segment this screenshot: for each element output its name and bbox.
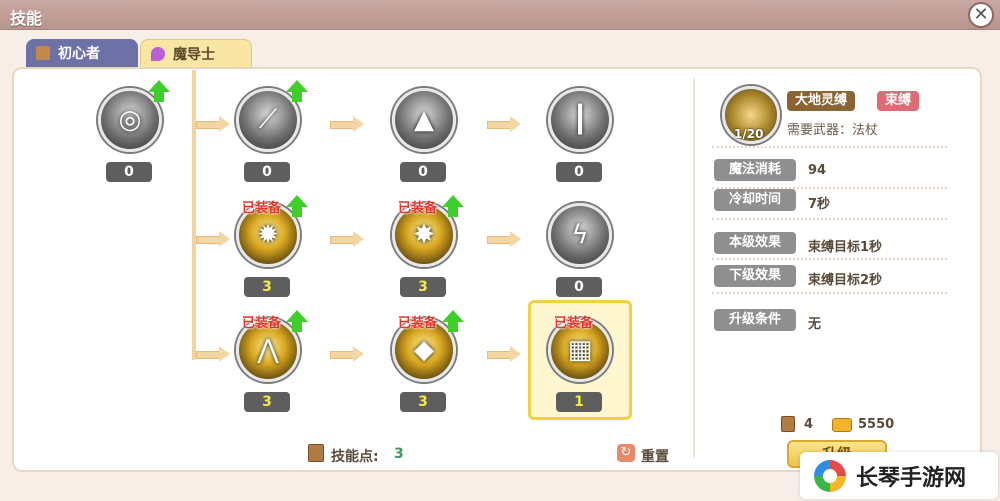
- attr-label-mana: 魔法消耗: [714, 159, 796, 181]
- attr-label-current-effect: 本级效果: [714, 232, 796, 254]
- arrow-icon: [487, 346, 521, 362]
- lightning-icon: ϟ: [548, 203, 612, 267]
- reset-button[interactable]: 重置: [641, 446, 669, 466]
- skill-name: 大地灵缚: [787, 91, 856, 111]
- arrow-icon: [196, 346, 230, 362]
- tab-novice[interactable]: 初心者: [26, 39, 138, 67]
- tab-label: 初心者: [58, 46, 100, 62]
- arrow-icon: [330, 116, 364, 132]
- skill-level: 3: [244, 277, 290, 297]
- skill-level: 3: [400, 277, 446, 297]
- tab-label: 魔导士: [173, 46, 215, 63]
- divider: [712, 146, 947, 148]
- equipped-badge: 已装备: [398, 201, 438, 216]
- skill-level: 1: [556, 392, 602, 412]
- upgrade-arrow-icon: [286, 195, 308, 219]
- skill-type-badge: 束缚: [877, 91, 920, 111]
- window-title: 技能: [10, 9, 43, 28]
- skill-points-label: 技能点:: [331, 449, 379, 465]
- reset-icon[interactable]: ↻: [617, 444, 635, 462]
- equipped-badge: 已装备: [554, 316, 594, 331]
- upgrade-arrow-icon: [442, 310, 464, 334]
- gold-icon: [832, 418, 852, 432]
- attr-value-next-effect: 束缚目标2秒: [808, 273, 883, 288]
- attr-value-cooldown: 7秒: [808, 197, 831, 212]
- skill-node-r3c1[interactable]: ⋀ 已装备 3: [232, 310, 308, 428]
- beam-icon: ┃: [548, 88, 612, 152]
- attr-label-upgrade-cond: 升级条件: [714, 309, 796, 331]
- backpack-icon: [36, 46, 50, 60]
- skill-node-r1c4[interactable]: ┃ 0: [544, 88, 616, 198]
- skill-level: 3: [400, 392, 446, 412]
- skill-node-r2c2[interactable]: ✸ 已装备 3: [388, 195, 464, 313]
- upgrade-arrow-icon: [148, 80, 170, 104]
- close-button[interactable]: ✕: [968, 2, 994, 28]
- attr-label-next-effect: 下级效果: [714, 265, 796, 287]
- upgrade-arrow-icon: [286, 80, 308, 104]
- skill-node-r3c3[interactable]: ▦ 已装备 1: [544, 316, 616, 428]
- close-icon: ✕: [973, 4, 989, 25]
- arrow-icon: [196, 231, 230, 247]
- skill-level: 0: [556, 162, 602, 182]
- skill-node-r2c1[interactable]: ✹ 已装备 3: [232, 195, 308, 313]
- skill-level: 0: [400, 162, 446, 182]
- arrow-icon: [330, 231, 364, 247]
- equipped-badge: 已装备: [242, 316, 282, 331]
- drop-icon: ▲: [392, 88, 456, 152]
- selected-skill-level: 1/20: [734, 127, 764, 141]
- skill-node-r3c2[interactable]: ◆ 已装备 3: [388, 310, 464, 428]
- skill-level: 0: [106, 162, 152, 182]
- arrow-icon: [487, 116, 521, 132]
- tab-mage[interactable]: 魔导士: [140, 39, 252, 67]
- divider: [712, 292, 947, 294]
- watermark: 长琴手游网: [800, 452, 998, 499]
- equipped-badge: 已装备: [398, 316, 438, 331]
- skill-level: 0: [556, 277, 602, 297]
- arrow-icon: [330, 346, 364, 362]
- attr-label-cooldown: 冷却时间: [714, 189, 796, 211]
- watermark-text: 长琴手游网: [856, 465, 967, 491]
- upgrade-arrow-icon: [442, 195, 464, 219]
- panel-divider: [693, 78, 695, 458]
- attr-value-upgrade-cond: 无: [808, 317, 822, 332]
- divider: [712, 218, 947, 220]
- skill-level: 0: [244, 162, 290, 182]
- attr-value-current-effect: 束缚目标1秒: [808, 240, 883, 255]
- attr-value-mana: 94: [808, 163, 827, 178]
- divider: [712, 258, 947, 260]
- skill-points-value: 3: [394, 446, 404, 462]
- skill-node-r1c3[interactable]: ▲ 0: [388, 88, 460, 198]
- weapon-requirement: 需要武器：法杖: [787, 123, 879, 138]
- arrow-icon: [487, 231, 521, 247]
- skill-book-icon: [781, 416, 795, 432]
- upgrade-arrow-icon: [286, 310, 308, 334]
- staff-icon: [151, 46, 165, 61]
- skill-level: 3: [244, 392, 290, 412]
- tree-connector: [192, 70, 196, 360]
- equipped-badge: 已装备: [242, 201, 282, 216]
- skill-book-icon: [308, 444, 324, 462]
- watermark-logo-icon: [814, 459, 846, 492]
- title-bar: 技能 ✕: [0, 0, 1000, 30]
- cost-books: 4: [804, 417, 814, 432]
- skill-node-r1c2[interactable]: ⟋ 0: [232, 80, 308, 198]
- skill-node-r2c3[interactable]: ϟ0: [544, 203, 616, 313]
- cost-gold: 5550: [858, 417, 895, 432]
- arrow-icon: [196, 116, 230, 132]
- skill-node-r1c1[interactable]: ◎ 0: [94, 80, 170, 198]
